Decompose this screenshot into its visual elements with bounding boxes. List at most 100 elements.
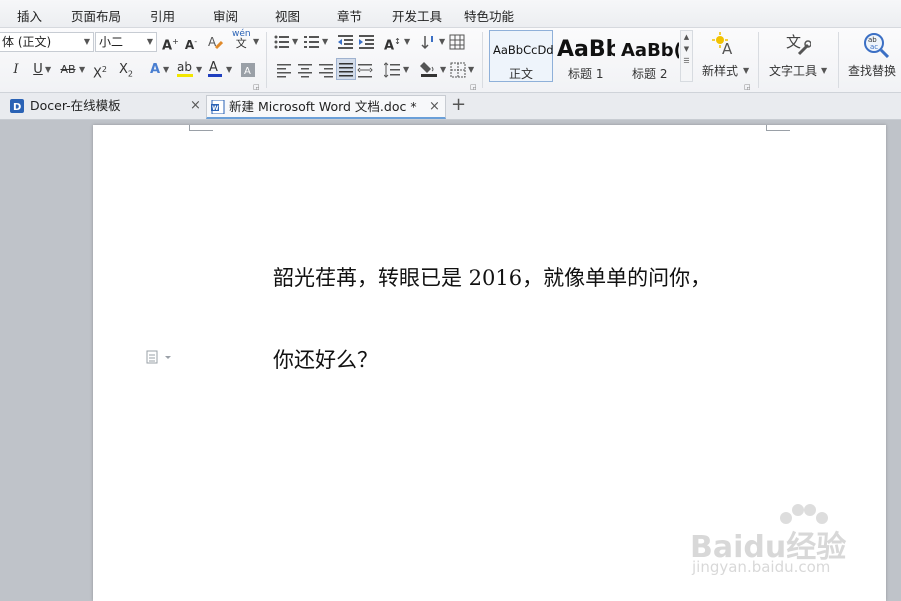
menu-section[interactable]: 章节 (337, 6, 362, 25)
chevron-down-icon: ▼ (83, 37, 90, 46)
style-heading-1[interactable]: AaBb 标题 1 (553, 30, 617, 82)
clear-format-icon[interactable]: A (207, 32, 224, 52)
tab-new-word-doc[interactable]: W 新建 Microsoft Word 文档.doc * × (206, 95, 446, 119)
tab-docer-label: Docer-在线模板 (30, 98, 121, 113)
chevron-down-icon: ▼ (146, 37, 153, 46)
tab-new-word-doc-label: 新建 Microsoft Word 文档.doc * (229, 99, 417, 114)
svg-text:D: D (13, 102, 21, 113)
paint-bucket-icon[interactable] (420, 58, 438, 78)
sort-icon[interactable] (421, 32, 437, 52)
font-name-select[interactable]: 体 (正文) ▼ (0, 32, 94, 52)
italic-icon[interactable]: I (8, 60, 24, 80)
ribbon-divider (838, 32, 839, 88)
menu-page-layout[interactable]: 页面布局 (71, 6, 121, 25)
text-tools-label[interactable]: 文字工具 (769, 62, 817, 79)
align-right-icon[interactable] (318, 60, 334, 80)
style-normal[interactable]: AaBbCcDd 正文 (489, 30, 554, 82)
style-gallery-scroll[interactable]: ▲ ▼ ☰ (680, 30, 693, 82)
menu-bar: 插入 页面布局 引用 审阅 视图 章节 开发工具 特色功能 (0, 0, 901, 28)
svg-text:A: A (244, 66, 251, 77)
chevron-down-icon[interactable]: ▼ (226, 65, 232, 74)
align-center-icon[interactable] (297, 60, 313, 80)
underline-icon[interactable]: U (30, 60, 46, 80)
font-size-select[interactable]: 小二 ▼ (95, 32, 157, 52)
justify-icon[interactable] (336, 58, 356, 80)
new-style-label[interactable]: 新样式 (702, 62, 738, 79)
margin-mark (189, 130, 213, 131)
chevron-down-icon[interactable]: ▼ (743, 66, 749, 75)
chevron-down-icon[interactable]: ▼ (79, 65, 85, 74)
find-replace-label[interactable]: 查找替换 (848, 62, 896, 79)
paragraph-menu-icon[interactable] (146, 350, 172, 364)
numbered-list-icon[interactable] (304, 32, 320, 52)
menu-view[interactable]: 视图 (275, 6, 300, 25)
superscript-icon[interactable]: X2 (92, 60, 108, 81)
svg-text:W: W (212, 105, 219, 112)
char-shading-icon[interactable]: A (240, 60, 256, 80)
text-direction-icon[interactable]: A↕ (384, 32, 401, 53)
style-heading-1-sample: AaBb (557, 37, 615, 62)
distribute-icon[interactable] (357, 60, 373, 80)
decrease-indent-icon[interactable] (338, 32, 354, 52)
find-replace-icon[interactable]: ab ac (863, 32, 890, 60)
word-doc-icon: W (211, 100, 225, 114)
chevron-down-icon[interactable]: ▼ (322, 37, 328, 46)
increase-indent-icon[interactable] (359, 32, 375, 52)
bullet-list-icon[interactable] (274, 32, 290, 52)
menu-review[interactable]: 审阅 (213, 6, 238, 25)
margin-mark (766, 130, 790, 131)
close-icon[interactable]: × (429, 96, 440, 118)
docer-icon: D (10, 99, 24, 113)
document-line-1[interactable]: 韶光荏苒，转眼已是 2016，就像单单的问你， (273, 262, 711, 292)
close-icon[interactable]: × (190, 95, 201, 117)
chevron-down-icon[interactable]: ▼ (439, 37, 445, 46)
style-heading-2-label: 标题 2 (632, 67, 668, 81)
grow-font-icon[interactable]: A+ (162, 32, 179, 53)
chevron-down-icon[interactable]: ▼ (468, 65, 474, 74)
style-normal-label: 正文 (509, 67, 534, 81)
style-normal-sample: AaBbCcDd (493, 43, 554, 57)
chevron-down-icon[interactable]: ▼ (403, 65, 409, 74)
text-effect-icon[interactable]: A (147, 60, 163, 80)
align-left-icon[interactable] (276, 60, 292, 80)
chevron-down-icon[interactable]: ▼ (821, 66, 827, 75)
table-border-icon[interactable] (449, 32, 465, 52)
pinyin-bottom: 文 (235, 37, 247, 50)
chevron-down-icon[interactable]: ▼ (440, 65, 446, 74)
svg-text:A: A (209, 60, 218, 75)
document-page[interactable]: 韶光荏苒，转眼已是 2016，就像单单的问你， 你还好么？ (93, 125, 886, 601)
style-heading-2[interactable]: AaBb( 标题 2 (617, 30, 679, 82)
dialog-launcher-icon[interactable]: ◲ (744, 83, 751, 91)
chevron-down-icon[interactable]: ▼ (196, 65, 202, 74)
tab-docer[interactable]: D Docer-在线模板 × (6, 95, 206, 119)
svg-text:ac: ac (870, 43, 878, 51)
font-color-icon[interactable]: A (207, 58, 223, 78)
new-style-icon[interactable]: A (712, 32, 738, 60)
line-spacing-icon[interactable] (383, 60, 400, 80)
svg-text:ab: ab (177, 60, 192, 74)
pinyin-guide-icon[interactable]: wén 文 (232, 30, 251, 50)
dialog-launcher-icon[interactable]: ◲ (470, 83, 477, 91)
ribbon-toolbar: 体 (正文) ▼ 小二 ▼ A+ A- A wén 文 ▼ I U ▼ AB ▼… (0, 28, 901, 93)
menu-insert[interactable]: 插入 (17, 6, 42, 25)
svg-text:文: 文 (786, 33, 801, 51)
document-line-2[interactable]: 你还好么？ (273, 344, 378, 374)
chevron-down-icon[interactable]: ▼ (45, 65, 51, 74)
add-tab-icon[interactable]: + (451, 94, 466, 115)
chevron-down-icon[interactable]: ▼ (253, 37, 259, 46)
menu-developer[interactable]: 开发工具 (392, 6, 442, 25)
chevron-down-icon[interactable]: ▼ (163, 65, 169, 74)
subscript-icon[interactable]: X2 (118, 60, 134, 80)
shrink-font-icon[interactable]: A- (183, 32, 199, 52)
dialog-launcher-icon[interactable]: ◲ (253, 83, 260, 91)
chevron-down-icon[interactable]: ▼ (404, 37, 410, 46)
menu-special-features[interactable]: 特色功能 (464, 6, 514, 25)
chevron-down-icon[interactable]: ▼ (292, 37, 298, 46)
style-heading-2-sample: AaBb( (621, 40, 679, 61)
ribbon-divider (758, 32, 759, 88)
strikethrough-icon[interactable]: AB (60, 60, 76, 80)
border-icon[interactable] (450, 60, 466, 80)
text-tools-icon[interactable]: 文 (785, 32, 812, 60)
menu-references[interactable]: 引用 (150, 6, 175, 25)
highlight-icon[interactable]: ab (176, 58, 194, 78)
